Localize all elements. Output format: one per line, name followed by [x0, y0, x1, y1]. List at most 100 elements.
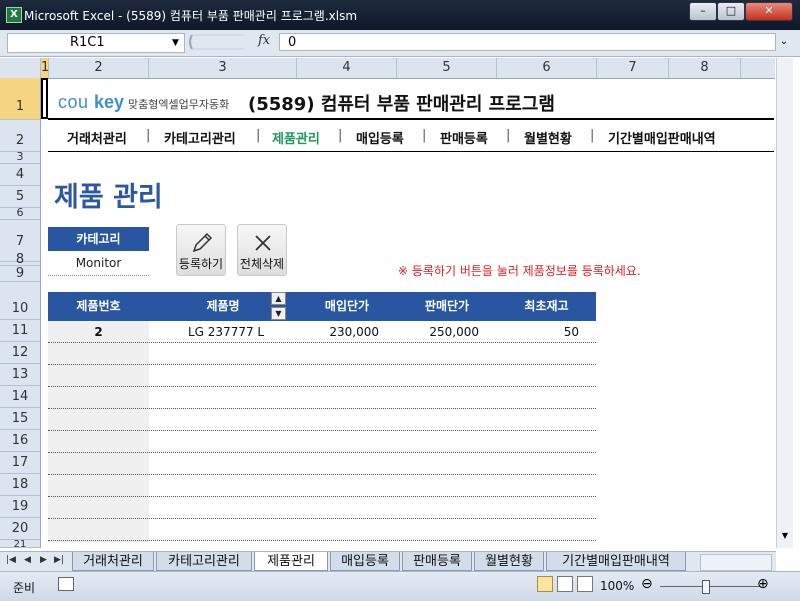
nav-link-clients[interactable]: 거래처관리 [67, 128, 127, 147]
last-sheet-icon[interactable]: ▶| [54, 555, 64, 565]
row-header[interactable]: 1 [0, 78, 40, 120]
scroll-down-icon[interactable]: ▼ [777, 531, 793, 540]
row-header[interactable]: 20 [0, 518, 40, 540]
next-sheet-icon[interactable]: ▶ [40, 555, 47, 565]
table-row[interactable] [48, 365, 596, 387]
table-row[interactable] [48, 497, 596, 519]
table-row[interactable] [48, 409, 596, 431]
minimize-button[interactable]: – [689, 2, 717, 21]
expand-formula-icon[interactable]: ⌄ [777, 33, 791, 51]
delete-all-button[interactable]: 전체삭제 [237, 224, 287, 276]
nav-link-sales[interactable]: 판매등록 [440, 128, 488, 147]
zoom-in-icon[interactable]: ⊕ [757, 576, 769, 592]
sheet-tab[interactable]: 카테고리관리 [156, 552, 252, 571]
table-row[interactable] [48, 343, 596, 365]
column-header[interactable]: 2 [49, 58, 149, 78]
first-sheet-icon[interactable]: |◀ [6, 555, 16, 565]
column-header[interactable]: 6 [497, 58, 597, 78]
page-break-view-icon[interactable] [577, 576, 593, 592]
table-row[interactable] [48, 453, 596, 475]
close-button[interactable]: ✕ [745, 2, 793, 21]
sheet-tab[interactable]: 매입등록 [330, 552, 400, 571]
table-row[interactable]: 2 LG 237777 L 230,000 250,000 50 [48, 321, 596, 343]
restore-button[interactable]: □ [717, 2, 745, 21]
zoom-out-icon[interactable]: ⊖ [641, 576, 653, 592]
nav-link-monthly[interactable]: 월별현황 [524, 128, 572, 147]
page-layout-view-icon[interactable] [557, 576, 573, 592]
formula-input[interactable]: 0 [279, 33, 776, 51]
row-header[interactable]: 15 [0, 408, 40, 430]
column-header[interactable]: 5 [397, 58, 497, 78]
row-header[interactable]: 17 [0, 452, 40, 474]
column-header[interactable]: 4 [297, 58, 397, 78]
zoom-slider[interactable] [660, 586, 760, 587]
column-header[interactable]: 7 [597, 58, 669, 78]
table-row[interactable] [48, 387, 596, 409]
sheet-tab-active[interactable]: 제품관리 [254, 552, 328, 571]
row-header[interactable]: 21 [0, 540, 40, 548]
cell-initial-stock[interactable]: 50 [497, 321, 579, 342]
nav-separator: | [256, 128, 261, 143]
row-header[interactable]: 14 [0, 386, 40, 408]
row-header[interactable]: 5 [0, 186, 40, 208]
select-all-corner[interactable] [0, 58, 41, 78]
table-row[interactable] [48, 475, 596, 497]
register-button[interactable]: 등록하기 [176, 224, 226, 276]
nav-link-products[interactable]: 제품관리 [272, 128, 320, 147]
sheet-tab[interactable]: 거래처관리 [72, 552, 154, 571]
category-value[interactable]: Monitor [48, 253, 149, 276]
column-header[interactable]: 8 [669, 58, 741, 78]
column-header[interactable]: 3 [149, 58, 297, 78]
sort-up-icon[interactable]: ▲ [271, 292, 286, 305]
chevron-down-icon[interactable]: ▼ [172, 34, 179, 52]
nav-separator: | [338, 128, 343, 143]
active-cell[interactable] [41, 78, 48, 119]
divider [48, 118, 774, 120]
table-row[interactable] [48, 519, 596, 541]
row-header[interactable]: 12 [0, 342, 40, 364]
insert-function-icon[interactable]: fx [258, 33, 270, 48]
nav-link-purchase[interactable]: 매입등록 [356, 128, 404, 147]
nav-separator: | [590, 128, 595, 143]
nav-link-categories[interactable]: 카테고리관리 [164, 128, 236, 147]
sheet-tab[interactable]: 기간별매입판매내역 [546, 552, 686, 571]
category-label: 카테고리 [48, 227, 149, 251]
table-row[interactable] [48, 431, 596, 453]
formula-tools: fx [186, 33, 278, 51]
excel-app-icon[interactable]: X [6, 7, 22, 23]
horizontal-scrollbar[interactable] [700, 554, 772, 571]
cell-sale-price[interactable]: 250,000 [397, 321, 479, 342]
row-header[interactable]: 6 [0, 208, 40, 220]
row-header[interactable]: 18 [0, 474, 40, 496]
sort-down-icon[interactable]: ▼ [271, 307, 286, 320]
row-header[interactable]: 10 [0, 282, 40, 320]
delete-all-button-label: 전체삭제 [239, 257, 285, 271]
sheet-tab-bar: |◀ ◀ ▶ ▶| 거래처관리 카테고리관리 제품관리 매입등록 판매등록 월별… [0, 551, 776, 572]
name-box[interactable]: R1C1 ▼ [7, 33, 185, 53]
nav-separator: | [506, 128, 511, 143]
row-header[interactable]: 19 [0, 496, 40, 518]
cell-purchase-price[interactable]: 230,000 [297, 321, 379, 342]
row-header[interactable]: 13 [0, 364, 40, 386]
prev-sheet-icon[interactable]: ◀ [24, 555, 31, 565]
column-header[interactable]: 1 [41, 58, 49, 78]
row-header[interactable]: 2 [0, 120, 40, 152]
vertical-scrollbar[interactable]: ▼ [776, 58, 793, 548]
sheet-tab[interactable]: 판매등록 [402, 552, 472, 571]
row-header[interactable]: 11 [0, 320, 40, 342]
row-header[interactable]: 9 [0, 266, 40, 282]
zoom-slider-thumb[interactable] [702, 580, 710, 594]
nav-link-period-history[interactable]: 기간별매입판매내역 [608, 128, 716, 147]
row-header[interactable]: 16 [0, 430, 40, 452]
status-bar: 준비 100% ⊖ ⊕ [0, 571, 800, 601]
sheet-tab[interactable]: 월별현황 [474, 552, 544, 571]
scroll-track[interactable] [779, 80, 790, 550]
cell-product-name[interactable]: LG 237777 L [188, 321, 264, 342]
cell-product-no[interactable]: 2 [48, 321, 149, 342]
row-header[interactable]: 4 [0, 164, 40, 186]
macro-record-icon[interactable] [58, 577, 74, 591]
row-header[interactable]: 3 [0, 152, 40, 164]
normal-view-icon[interactable] [537, 576, 553, 592]
zoom-level[interactable]: 100% [600, 579, 634, 593]
row-header[interactable]: 8 [0, 242, 40, 266]
